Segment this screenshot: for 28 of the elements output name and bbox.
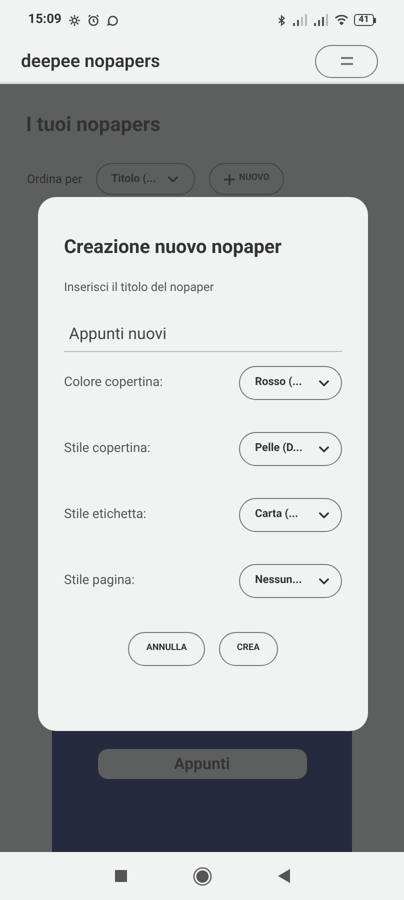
chat-icon bbox=[106, 14, 118, 26]
app-title: deepee nopapers bbox=[21, 50, 160, 74]
option-dropdown[interactable]: Rosso (... bbox=[239, 366, 342, 400]
option-dropdown[interactable]: Pelle (D... bbox=[239, 432, 342, 466]
option-label: Colore copertina: bbox=[64, 374, 163, 392]
square-icon[interactable] bbox=[114, 870, 126, 882]
option-label: Stile etichetta: bbox=[64, 506, 146, 524]
menu-icon bbox=[340, 57, 352, 65]
dialog-button[interactable]: CREA bbox=[218, 632, 278, 666]
signal-icon bbox=[312, 14, 329, 26]
dialog-title: Creazione nuovo nopaper bbox=[64, 234, 283, 260]
alarm-icon bbox=[86, 14, 100, 26]
bluetooth-icon bbox=[276, 14, 287, 26]
option-label: Stile pagina: bbox=[64, 572, 135, 590]
battery-icon: 41 bbox=[354, 14, 376, 26]
signal-icon bbox=[292, 14, 308, 26]
title-input-field[interactable]: Appunti nuovi bbox=[64, 316, 342, 352]
back-icon[interactable] bbox=[278, 869, 290, 883]
wifi-icon bbox=[334, 14, 349, 26]
status-time: 15:09 bbox=[28, 11, 62, 30]
menu-button[interactable] bbox=[315, 44, 378, 78]
dialog-button[interactable]: ANNULLA bbox=[128, 632, 205, 666]
plus-icon bbox=[224, 174, 235, 184]
option-dropdown[interactable]: Carta (... bbox=[239, 498, 342, 532]
option-label: Stile copertina: bbox=[64, 440, 150, 458]
circle-icon[interactable] bbox=[192, 866, 212, 886]
dialog-prompt: Inserisci il titolo del nopaper bbox=[64, 278, 215, 296]
option-dropdown[interactable]: Nessun... bbox=[239, 564, 342, 598]
